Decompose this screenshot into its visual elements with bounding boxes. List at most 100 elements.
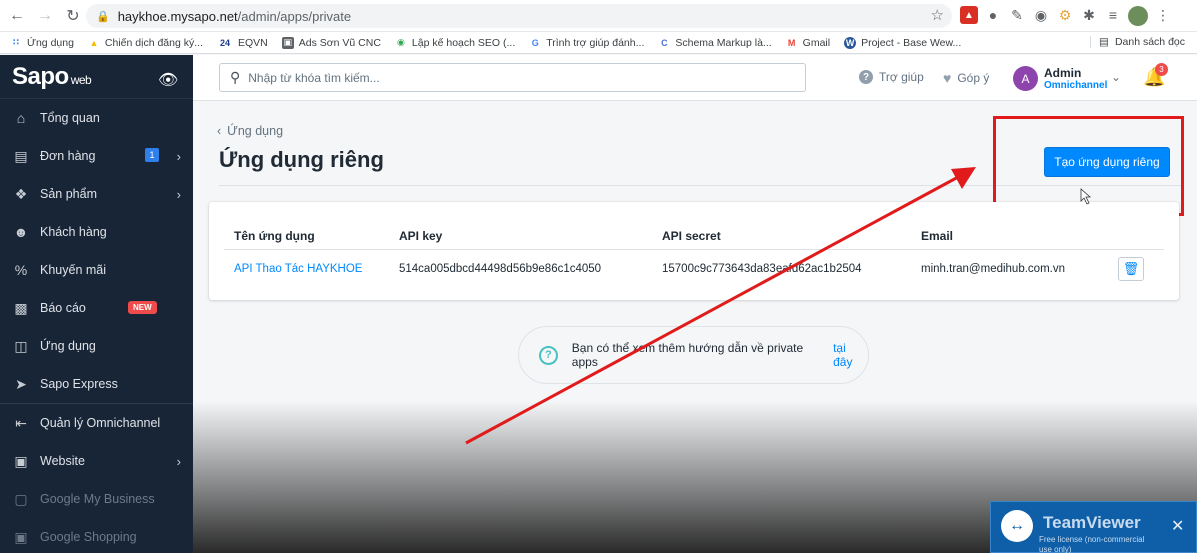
w-icon: W [844, 36, 857, 49]
eyedropper-extension-icon[interactable]: ✎ [1008, 6, 1026, 24]
teamviewer-logo-icon: ↔ [1001, 510, 1033, 542]
sidebar-item-google-my-business[interactable]: ▢ Google My Business [0, 480, 193, 518]
user-role: Omnichannel [1044, 80, 1108, 91]
create-private-app-button[interactable]: Tạo ứng dụng riêng [1044, 147, 1170, 177]
trash-icon: 🗑 [1122, 261, 1140, 276]
column-header: Email [921, 229, 954, 243]
reload-icon[interactable]: ↻ [62, 5, 84, 27]
breadcrumb[interactable]: ‹ Ứng dụng [217, 124, 283, 138]
teamviewer-popup: ↔ TeamViewer Free license (non-commercia… [990, 501, 1197, 553]
search-icon: ⚲ [230, 69, 241, 85]
orders-icon: ▤ [14, 147, 28, 164]
sidebar-item-products[interactable]: ❖ Sản phẩm › [0, 175, 193, 213]
reading-list[interactable]: ▤ Danh sách đọc [1090, 36, 1185, 48]
bookmark-item[interactable]: ◉ Lập kế hoạch SEO (... [395, 37, 515, 49]
avatar[interactable]: A [1013, 66, 1038, 91]
omnichannel-icon: ⇤ [15, 414, 27, 431]
gear-extension-icon[interactable]: ⚙ [1056, 6, 1074, 24]
search-box: ⚲ [219, 63, 806, 92]
teamviewer-license: Free license (non-commercial use only) [1039, 535, 1145, 553]
bookmarks-bar: ∷ Ứng dụng ▲ Chiến dịch đăng ký... 24 EQVN … [0, 32, 1197, 54]
bookmark-item[interactable]: G Trình trợ giúp đánh... [529, 37, 645, 49]
chevron-right-icon: › [176, 148, 181, 164]
bookmark-item[interactable]: C Schema Markup là... [658, 37, 772, 49]
lock-icon: 🔒 [96, 10, 110, 23]
sidebar-item-sapo-express[interactable]: ➤ Sapo Express [0, 365, 193, 403]
doc-icon: ▣ [281, 36, 294, 49]
customer-icon: ☻ [13, 224, 29, 240]
main-content: ‹ Ứng dụng Ứng dụng riêng Tạo ứng dụng ri… [193, 101, 1197, 553]
extension-circle-icon[interactable]: ◉ [1032, 6, 1050, 24]
puzzle-icon[interactable]: ✱ [1080, 6, 1098, 24]
chevron-left-icon: ‹ [217, 124, 222, 138]
feedback-link[interactable]: ♥ Góp ý [943, 70, 989, 86]
reading-list-icon: ▤ [1099, 36, 1109, 48]
address-bar[interactable]: 🔒 haykhoe.mysapo.net/admin/apps/private … [86, 4, 952, 28]
menu-dots-icon[interactable]: ⋮ [1154, 6, 1172, 24]
chevron-down-icon[interactable]: ⌄ [1111, 70, 1121, 84]
google-ads-icon: ▲ [89, 37, 99, 48]
bookmark-item[interactable]: ∷ Ứng dụng [10, 37, 74, 49]
close-icon[interactable]: ✕ [1171, 516, 1184, 536]
report-icon: ▩ [14, 299, 28, 316]
sidebar-logo[interactable]: Sapo web 👁 [0, 55, 193, 99]
shopping-icon: ▣ [14, 528, 28, 545]
eye-icon[interactable]: 👁 [158, 70, 178, 90]
profile-avatar[interactable] [1128, 6, 1148, 26]
api-secret-value: 15700c9c773643da83eafd62ac1b2504 [662, 263, 862, 275]
chevron-right-icon: › [176, 186, 181, 202]
new-badge: NEW [128, 301, 157, 314]
top-header: ⚲ ?Trợ giúp ♥Góp ý A Admin Omnichannel ⌄… [193, 55, 1197, 101]
sidebar-item-reports[interactable]: ▩ Báo cáo NEW [0, 289, 193, 327]
bookmark-star-icon[interactable]: ☆ [931, 6, 944, 24]
sidebar-item-google-shopping[interactable]: ▣ Google Shopping [0, 518, 193, 553]
sidebar-item-overview[interactable]: ⌂ Tổng quan [0, 99, 193, 137]
table-divider [224, 249, 1164, 250]
email-value: minh.tran@medihub.com.vn [921, 263, 1065, 275]
app-name-link[interactable]: API Thao Tác HAYKHOE [234, 263, 362, 275]
website-icon: ▣ [14, 452, 28, 469]
address-url: haykhoe.mysapo.net/admin/apps/private [117, 8, 352, 24]
column-header: API key [399, 229, 443, 243]
help-text: Bạn có thể xem thêm hướng dẫn về private… [571, 341, 804, 369]
bookmark-item[interactable]: ▲ Chiến dịch đăng ký... [88, 37, 203, 49]
column-header: Tên ứng dụng [234, 229, 315, 243]
sidebar-item-customers[interactable]: ☻ Khách hàng [0, 213, 193, 251]
sapo-logo: Sapo web [12, 62, 92, 90]
question-icon: ? [859, 70, 873, 84]
search-input[interactable] [248, 70, 769, 85]
help-banner: ? Bạn có thể xem thêm hướng dẫn về priva… [518, 326, 869, 384]
apps-icon: ◫ [14, 337, 28, 354]
promotion-icon: % [14, 262, 28, 278]
sidebar-item-apps[interactable]: ◫ Ứng dụng [0, 327, 193, 365]
sidebar-item-website[interactable]: ▣ Website › [0, 442, 193, 480]
teamviewer-title: TeamViewer [1043, 513, 1141, 532]
c-icon: C [661, 37, 668, 48]
express-icon: ➤ [15, 375, 27, 392]
sidebar-item-omnichannel[interactable]: ⇤ Quản lý Omnichannel [0, 404, 193, 442]
sidebar-item-orders[interactable]: ▤ Đơn hàng 1 › [0, 137, 193, 175]
circle-icon: ◉ [396, 37, 405, 47]
24h-icon: 24 [219, 37, 230, 48]
help-link-here[interactable]: tại đây [833, 341, 868, 369]
bookmark-item[interactable]: M Gmail [786, 37, 830, 49]
delete-button[interactable]: 🗑 [1118, 257, 1144, 281]
api-key-value: 514ca005dbcd44498d56b9e86c1c4050 [399, 263, 602, 275]
pdf-extension-icon[interactable]: ▲ [960, 6, 978, 24]
playlist-icon[interactable]: ≡ [1104, 6, 1122, 24]
back-icon[interactable]: ← [6, 5, 28, 27]
browser-toolbar: ← → ↻ 🔒 haykhoe.mysapo.net/admin/apps/pr… [0, 0, 1197, 32]
products-icon: ❖ [14, 185, 28, 202]
orders-badge: 1 [145, 148, 159, 162]
bookmark-item[interactable]: W Project - Base Wew... [844, 36, 961, 49]
heart-icon: ♥ [943, 70, 952, 86]
forward-icon[interactable]: → [34, 5, 56, 27]
sidebar-item-promotions[interactable]: % Khuyến mãi [0, 251, 193, 289]
bookmark-item[interactable]: 24 EQVN [217, 37, 268, 49]
help-link[interactable]: ? Trợ giúp [859, 70, 924, 84]
notification-badge: 3 [1155, 63, 1168, 76]
user-name[interactable]: Admin [1044, 66, 1081, 80]
apps-grid-icon: ∷ [12, 37, 20, 47]
bookmark-item[interactable]: ▣ Ads Sơn Vũ CNC [281, 36, 381, 49]
extension-icon[interactable]: ● [984, 6, 1002, 24]
